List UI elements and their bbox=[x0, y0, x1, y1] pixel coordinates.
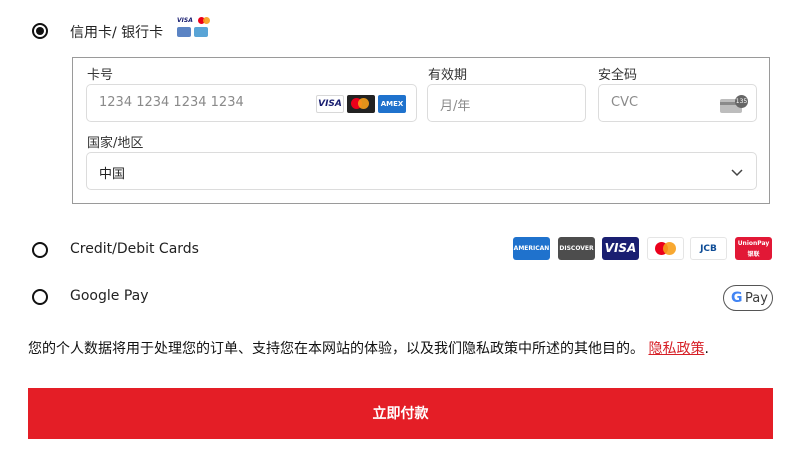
card-cn-label[interactable]: 信用卡/ 银行卡 bbox=[70, 22, 163, 42]
jcb-brand-icon: JCB bbox=[690, 237, 727, 260]
card-form: 卡号 1234 1234 1234 1234 VISA AMEX 有效期 月/年… bbox=[72, 57, 770, 204]
cvc-placeholder: CVC bbox=[611, 95, 639, 110]
visa-icon: VISA bbox=[316, 95, 344, 113]
card-number-label: 卡号 bbox=[87, 68, 114, 83]
card-mini-icon bbox=[177, 27, 191, 37]
country-value: 中国 bbox=[99, 167, 126, 182]
expiry-placeholder: 月/年 bbox=[440, 99, 471, 114]
card-cn-radio[interactable] bbox=[32, 23, 48, 39]
discover-brand-icon: DISCOVER bbox=[558, 237, 595, 260]
chevron-down-icon bbox=[731, 169, 743, 177]
google-pay-badge-text: Pay bbox=[745, 291, 768, 306]
amex-brand-icon: AMERICAN EXPRESS bbox=[513, 237, 550, 275]
privacy-policy-link[interactable]: 隐私政策 bbox=[648, 341, 704, 357]
mastercard-icon bbox=[347, 95, 375, 113]
privacy-notice: 您的个人数据将用于处理您的订单、支持您在本网站的体验，以及我们隐私政策中所述的其… bbox=[28, 338, 709, 358]
google-pay-badge: G Pay bbox=[723, 285, 773, 311]
cvc-input[interactable]: CVC 135 bbox=[598, 84, 757, 122]
pay-now-button[interactable]: 立即付款 bbox=[28, 388, 773, 439]
amex-icon: AMEX bbox=[378, 95, 406, 113]
card-mini-icon-2 bbox=[194, 27, 208, 37]
visa-brand-icon: VISA bbox=[602, 237, 639, 260]
cvc-card-icon: 135 bbox=[720, 95, 748, 113]
country-select[interactable]: 中国 bbox=[86, 152, 757, 190]
google-pay-radio[interactable] bbox=[32, 289, 48, 305]
card-number-placeholder: 1234 1234 1234 1234 bbox=[99, 95, 244, 110]
card-number-input[interactable]: 1234 1234 1234 1234 VISA AMEX bbox=[86, 84, 417, 122]
google-pay-label[interactable]: Google Pay bbox=[70, 288, 149, 304]
expiry-input[interactable]: 月/年 bbox=[427, 84, 586, 122]
country-label: 国家/地区 bbox=[87, 136, 144, 151]
privacy-tail: . bbox=[704, 341, 709, 357]
cvc-label: 安全码 bbox=[598, 68, 638, 83]
credit-debit-label[interactable]: Credit/Debit Cards bbox=[70, 241, 199, 257]
mastercard-mini-icon bbox=[198, 17, 210, 24]
unionpay-brand-icon: UnionPay 银联 bbox=[735, 237, 772, 260]
privacy-text: 您的个人数据将用于处理您的订单、支持您在本网站的体验，以及我们隐私政策中所述的其… bbox=[28, 341, 644, 357]
card-cn-brand-icons: VISA bbox=[177, 17, 211, 39]
visa-mini-icon: VISA bbox=[177, 17, 193, 24]
card-number-brand-badges: VISA AMEX bbox=[316, 95, 406, 113]
google-g-icon: G bbox=[731, 290, 743, 306]
expiry-label: 有效期 bbox=[428, 68, 468, 83]
mastercard-brand-icon bbox=[647, 237, 684, 260]
credit-debit-radio[interactable] bbox=[32, 242, 48, 258]
